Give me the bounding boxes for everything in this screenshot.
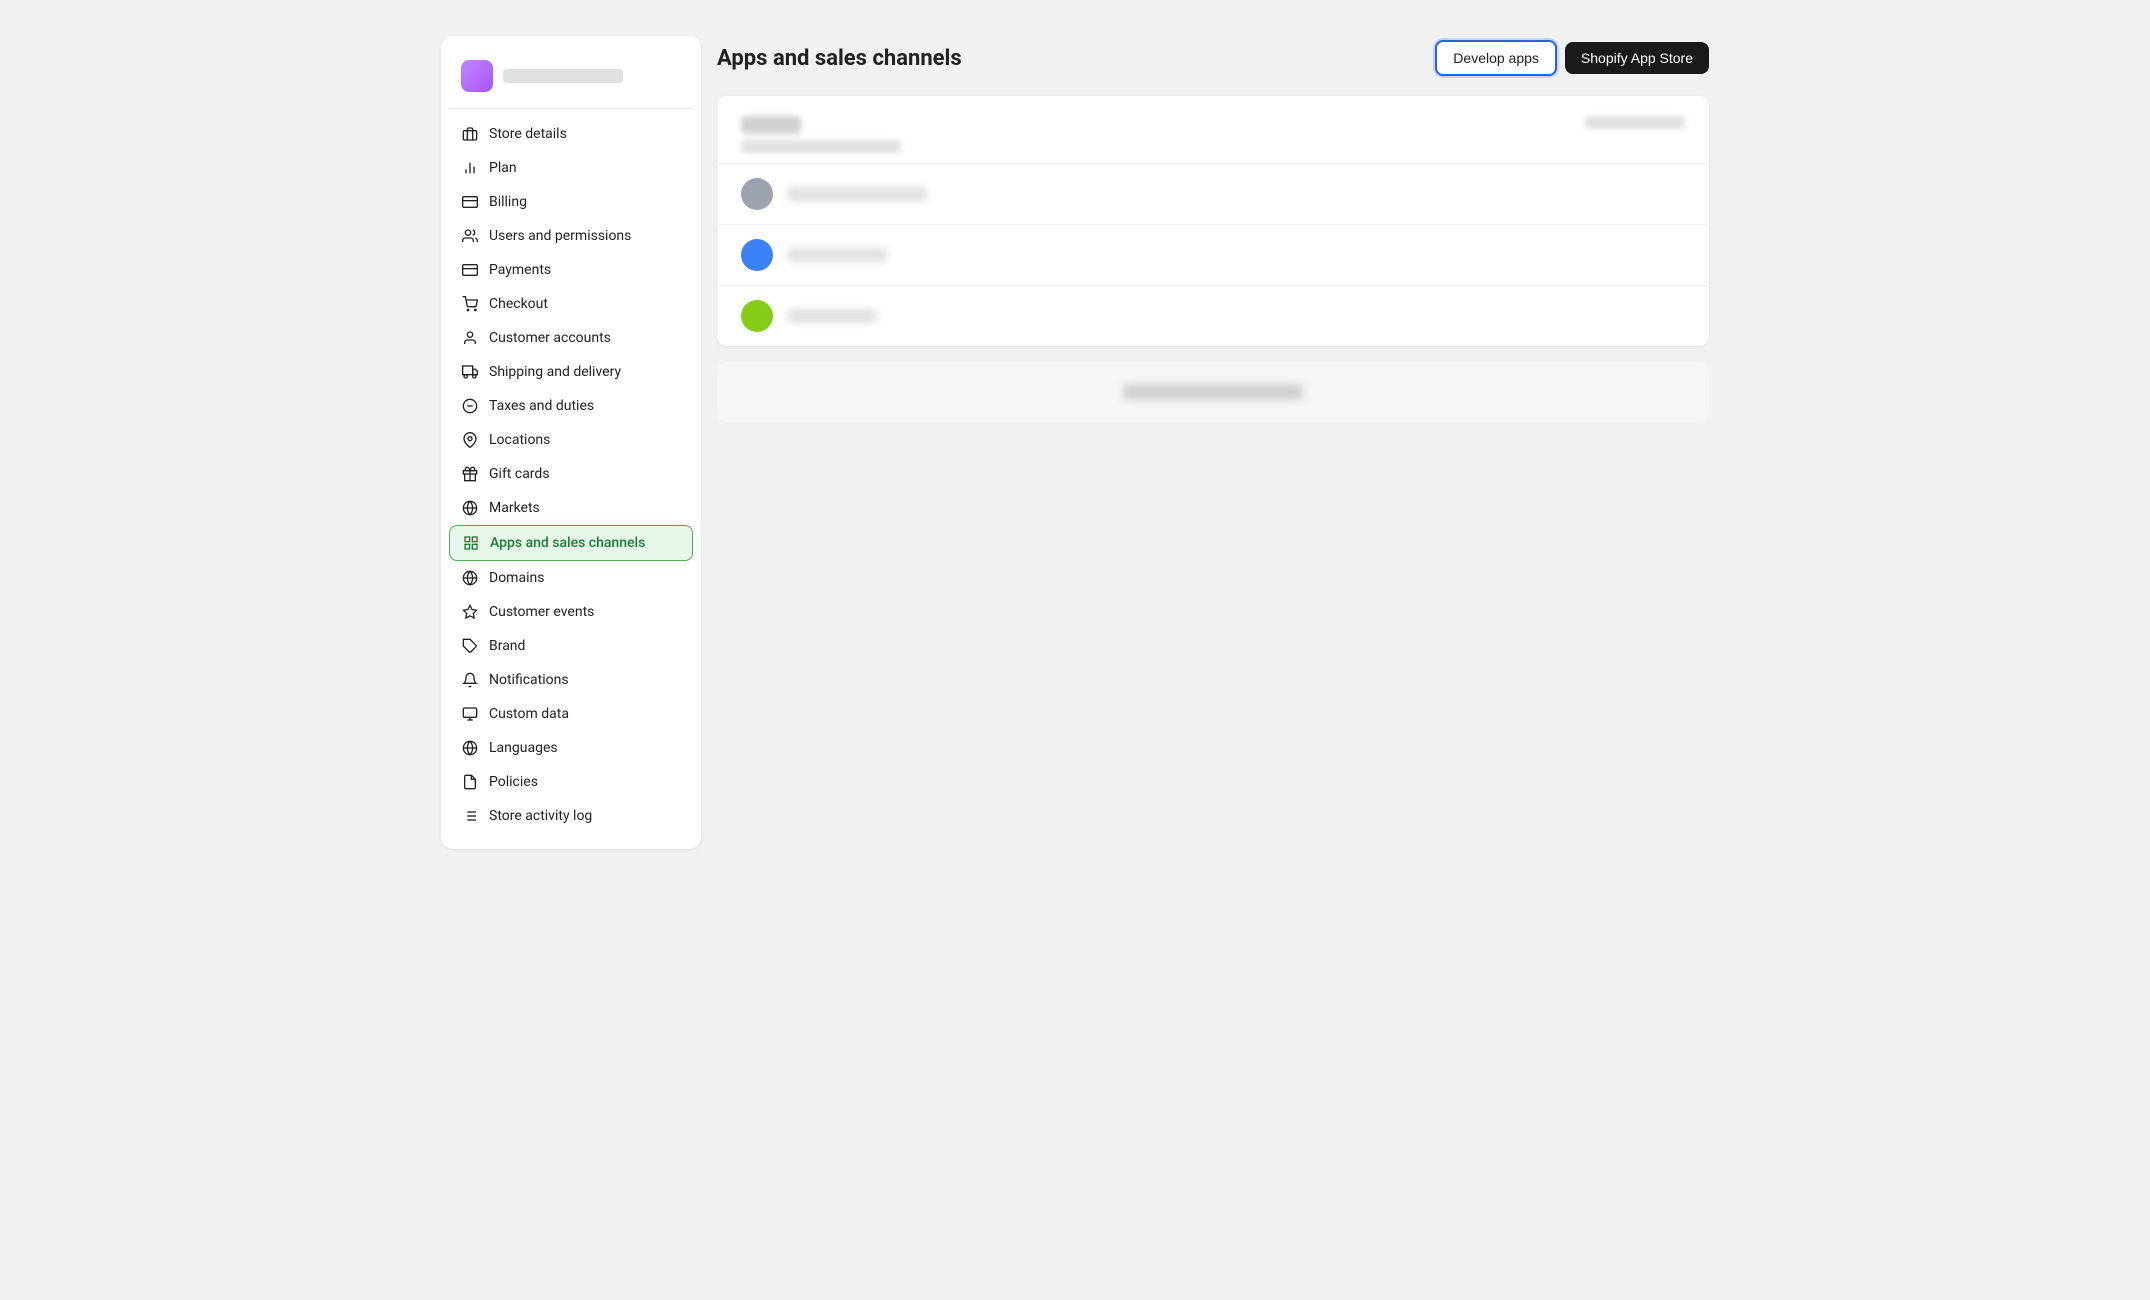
custom-data-icon xyxy=(461,705,479,723)
sidebar-item-label-store-activity-log: Store activity log xyxy=(489,808,592,824)
bottom-link-area xyxy=(717,362,1709,422)
sidebar-item-label-store-details: Store details xyxy=(489,126,567,142)
store-details-icon xyxy=(461,125,479,143)
sidebar-item-store-activity-log[interactable]: Store activity log xyxy=(449,799,693,833)
sidebar-item-policies[interactable]: Policies xyxy=(449,765,693,799)
sidebar-item-custom-data[interactable]: Custom data xyxy=(449,697,693,731)
app-section-title-blurred xyxy=(741,116,801,134)
app-action-blurred xyxy=(1585,116,1685,129)
sidebar-item-store-details[interactable]: Store details xyxy=(449,117,693,151)
policies-icon xyxy=(461,773,479,791)
sidebar-item-label-languages: Languages xyxy=(489,740,558,756)
app-name-2-blurred xyxy=(787,248,887,262)
sidebar-item-label-notifications: Notifications xyxy=(489,672,569,688)
sidebar-item-customer-accounts[interactable]: Customer accounts xyxy=(449,321,693,355)
store-activity-log-icon xyxy=(461,807,479,825)
sidebar-item-locations[interactable]: Locations xyxy=(449,423,693,457)
page-title: Apps and sales channels xyxy=(717,46,962,71)
sidebar-item-label-checkout: Checkout xyxy=(489,296,548,312)
shopify-app-store-button[interactable]: Shopify App Store xyxy=(1565,42,1709,74)
sidebar-item-gift-cards[interactable]: Gift cards xyxy=(449,457,693,491)
taxes-icon xyxy=(461,397,479,415)
sidebar: Store details Plan Billing Users and per… xyxy=(441,36,701,849)
app-icon-3 xyxy=(741,300,773,332)
brand-icon xyxy=(461,637,479,655)
sidebar-item-label-apps: Apps and sales channels xyxy=(490,535,645,551)
store-header xyxy=(449,52,693,109)
gift-cards-icon xyxy=(461,465,479,483)
sidebar-item-label-gift-cards: Gift cards xyxy=(489,466,550,482)
sidebar-item-users-permissions[interactable]: Users and permissions xyxy=(449,219,693,253)
store-name-blurred xyxy=(503,69,623,83)
apps-icon xyxy=(462,534,480,552)
sidebar-item-label-locations: Locations xyxy=(489,432,550,448)
sidebar-item-label-customer-accounts: Customer accounts xyxy=(489,330,611,346)
customer-accounts-icon xyxy=(461,329,479,347)
sidebar-item-label-plan: Plan xyxy=(489,160,517,176)
sidebar-item-brand[interactable]: Brand xyxy=(449,629,693,663)
sidebar-item-label-domains: Domains xyxy=(489,570,544,586)
sidebar-item-label-custom-data: Custom data xyxy=(489,706,569,722)
top-bar: Apps and sales channels Develop apps Sho… xyxy=(717,36,1709,80)
app-row-2[interactable] xyxy=(717,224,1709,285)
sidebar-item-plan[interactable]: Plan xyxy=(449,151,693,185)
sidebar-item-shipping-delivery[interactable]: Shipping and delivery xyxy=(449,355,693,389)
app-name-1-blurred xyxy=(787,187,927,201)
payments-icon xyxy=(461,261,479,279)
shipping-icon xyxy=(461,363,479,381)
sidebar-item-label-customer-events: Customer events xyxy=(489,604,594,620)
sidebar-item-label-policies: Policies xyxy=(489,774,538,790)
app-row-3[interactable] xyxy=(717,285,1709,346)
checkout-icon xyxy=(461,295,479,313)
app-list xyxy=(717,163,1709,346)
develop-apps-button[interactable]: Develop apps xyxy=(1435,40,1557,76)
domains-icon xyxy=(461,569,479,587)
app-icon-2 xyxy=(741,239,773,271)
locations-icon xyxy=(461,431,479,449)
sidebar-item-label-markets: Markets xyxy=(489,500,540,516)
sidebar-item-label-taxes: Taxes and duties xyxy=(489,398,594,414)
top-actions: Develop apps Shopify App Store xyxy=(1435,40,1709,76)
sidebar-item-label-billing: Billing xyxy=(489,194,527,210)
app-name-3-blurred xyxy=(787,309,877,323)
bottom-link-blurred xyxy=(1123,384,1303,400)
plan-icon xyxy=(461,159,479,177)
sidebar-item-taxes-duties[interactable]: Taxes and duties xyxy=(449,389,693,423)
markets-icon xyxy=(461,499,479,517)
sidebar-item-label-users: Users and permissions xyxy=(489,228,631,244)
sidebar-item-billing[interactable]: Billing xyxy=(449,185,693,219)
languages-icon xyxy=(461,739,479,757)
apps-card-header xyxy=(717,96,1709,163)
app-section-subtitle-blurred xyxy=(741,140,901,153)
sidebar-item-label-shipping: Shipping and delivery xyxy=(489,364,621,380)
apps-card xyxy=(717,96,1709,346)
sidebar-item-apps-sales-channels[interactable]: Apps and sales channels xyxy=(449,525,693,561)
sidebar-item-payments[interactable]: Payments xyxy=(449,253,693,287)
sidebar-item-customer-events[interactable]: Customer events xyxy=(449,595,693,629)
billing-icon xyxy=(461,193,479,211)
sidebar-nav: Store details Plan Billing Users and per… xyxy=(449,117,693,833)
sidebar-item-label-payments: Payments xyxy=(489,262,551,278)
app-row-1[interactable] xyxy=(717,163,1709,224)
sidebar-item-checkout[interactable]: Checkout xyxy=(449,287,693,321)
sidebar-item-domains[interactable]: Domains xyxy=(449,561,693,595)
main-content: Apps and sales channels Develop apps Sho… xyxy=(717,36,1709,849)
app-icon-1 xyxy=(741,178,773,210)
sidebar-item-label-brand: Brand xyxy=(489,638,525,654)
sidebar-item-notifications[interactable]: Notifications xyxy=(449,663,693,697)
sidebar-item-markets[interactable]: Markets xyxy=(449,491,693,525)
sidebar-item-languages[interactable]: Languages xyxy=(449,731,693,765)
store-avatar xyxy=(461,60,493,92)
customer-events-icon xyxy=(461,603,479,621)
notifications-icon xyxy=(461,671,479,689)
users-icon xyxy=(461,227,479,245)
